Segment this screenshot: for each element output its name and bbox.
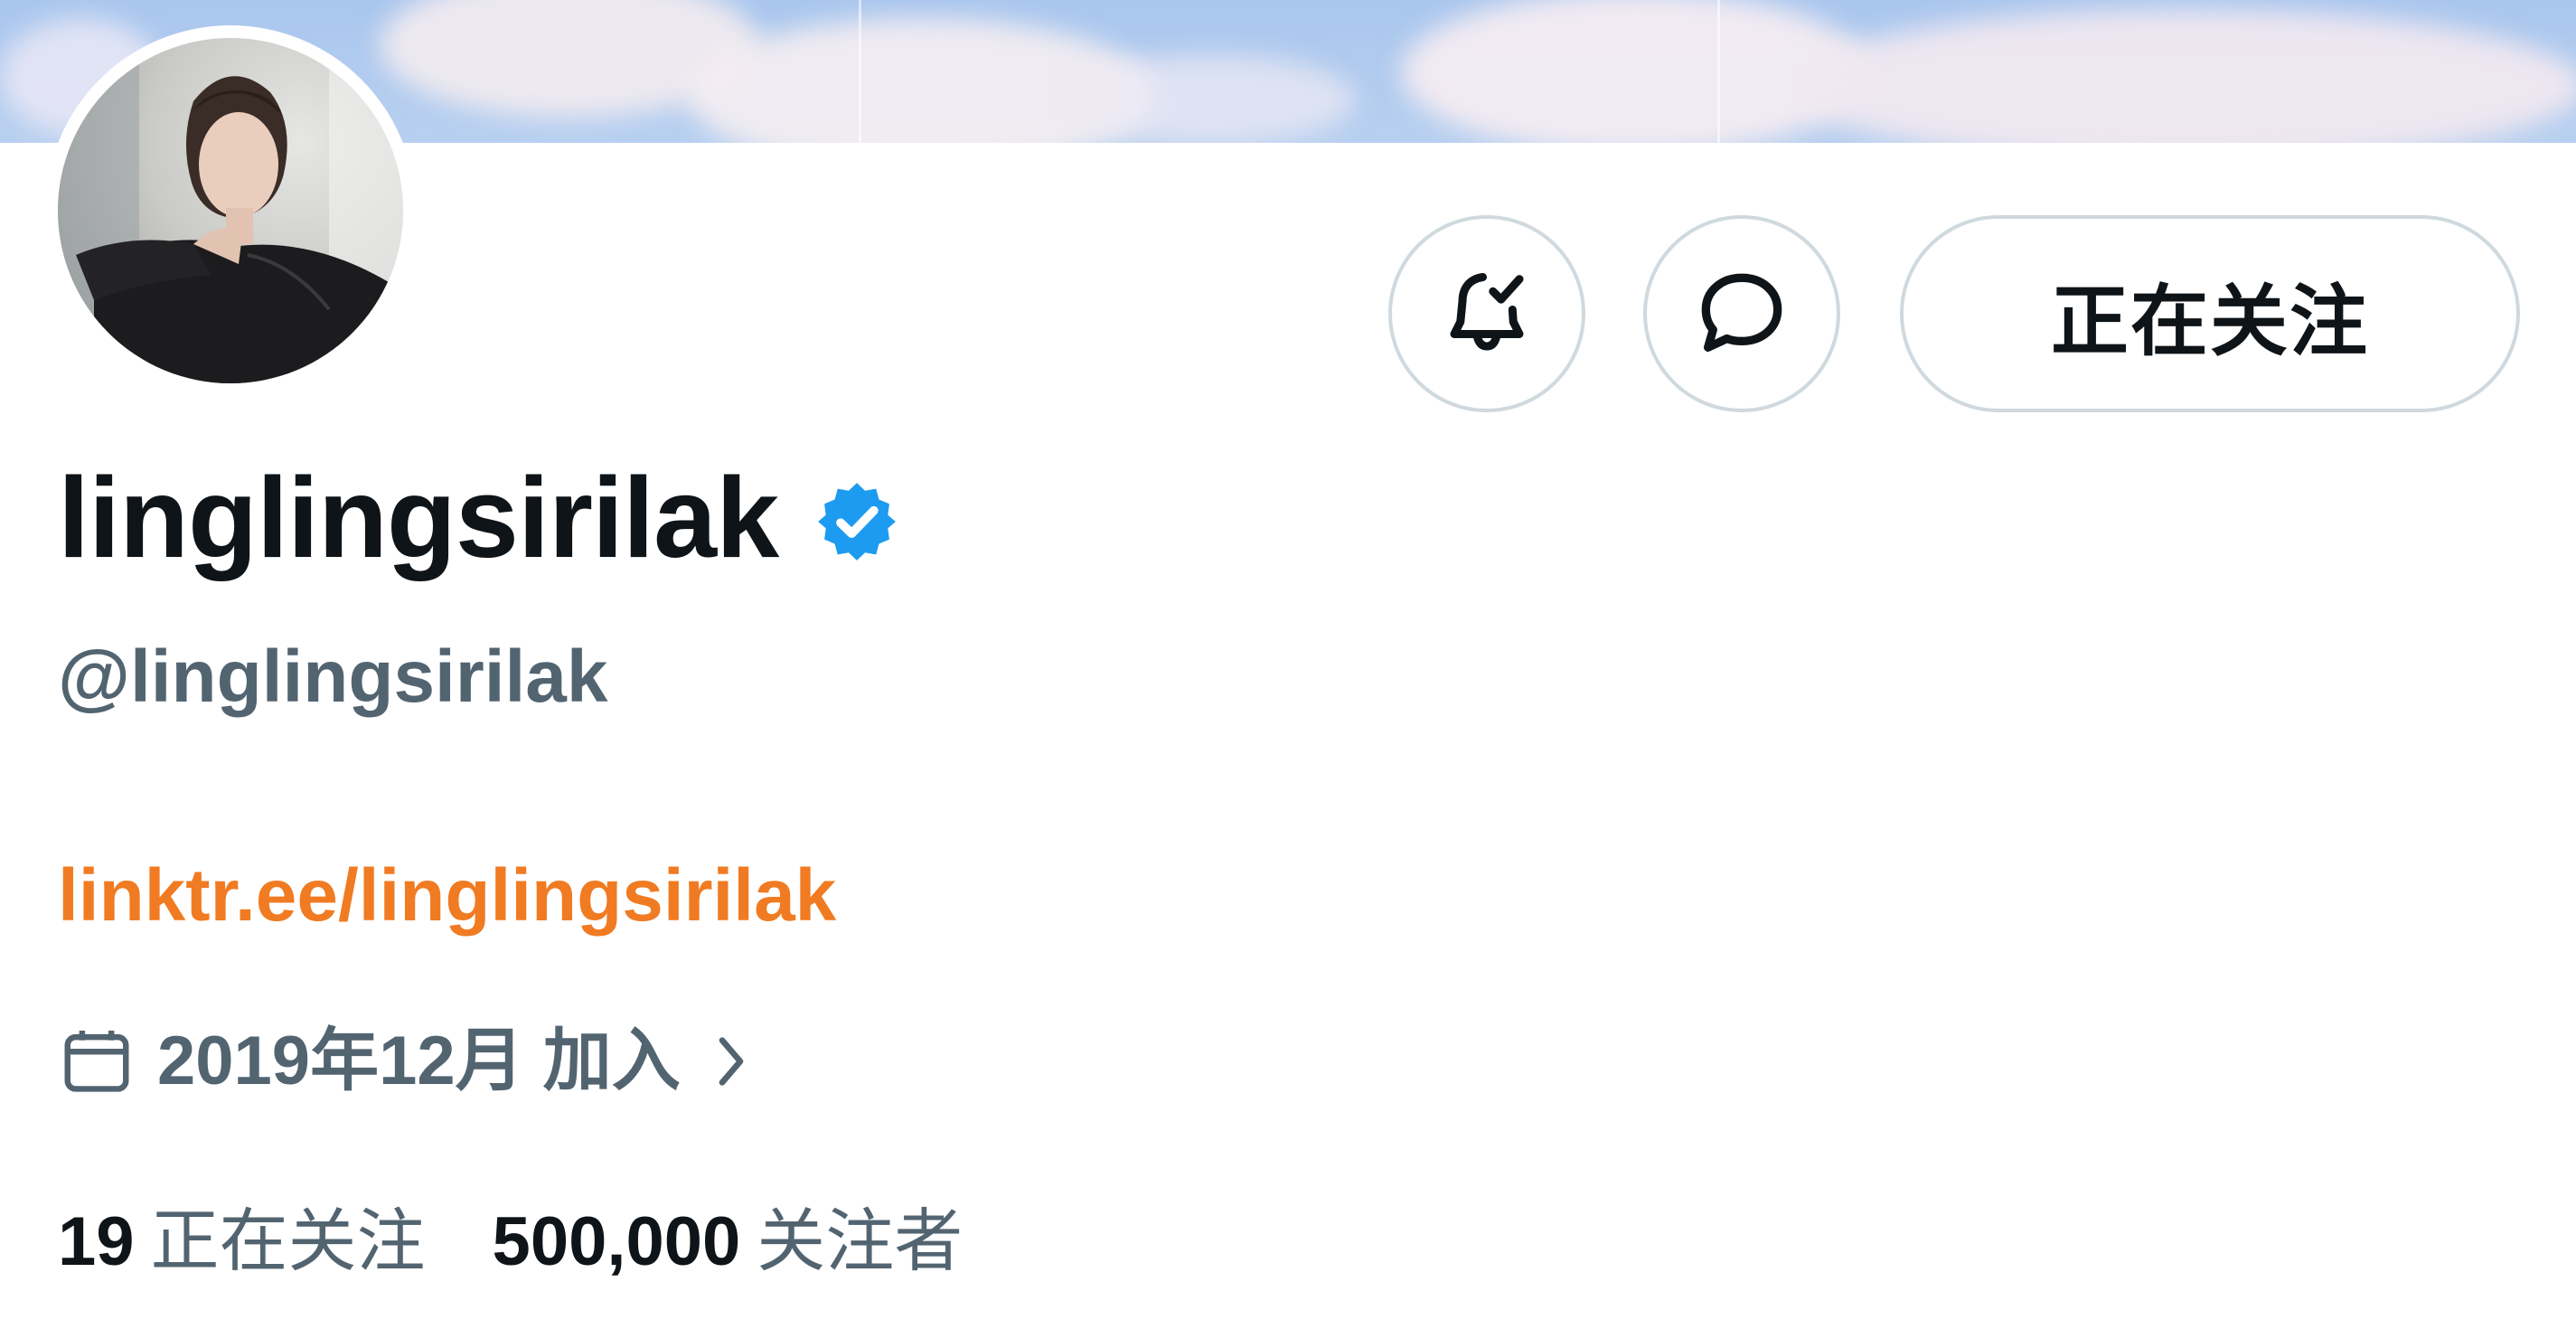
verified-badge-icon[interactable] bbox=[813, 477, 901, 566]
handle: @linglingsirilak bbox=[58, 636, 608, 718]
following-button[interactable]: 正在关注 bbox=[1900, 215, 2520, 412]
followers-stat[interactable]: 500,000 关注者 bbox=[493, 1208, 964, 1277]
display-name-text: linglingsirilak bbox=[58, 454, 779, 581]
joined-date-text: 2019年12月 加入 bbox=[157, 1023, 681, 1099]
joined-date[interactable]: 2019年12月 加入 bbox=[58, 1018, 758, 1105]
chat-bubble-icon bbox=[1701, 273, 1782, 353]
following-count: 19 bbox=[58, 1203, 135, 1280]
display-name: linglingsirilak bbox=[58, 461, 901, 575]
message-button[interactable] bbox=[1643, 215, 1840, 412]
bell-check-icon bbox=[1450, 273, 1524, 351]
calendar-icon bbox=[64, 1030, 129, 1092]
followers-label: 关注者 bbox=[757, 1203, 964, 1280]
following-label: 正在关注 bbox=[150, 1203, 426, 1280]
following-stat[interactable]: 19 正在关注 bbox=[58, 1208, 426, 1277]
profile-link[interactable]: linktr.ee/linglingsirilak bbox=[58, 859, 836, 933]
profile-stats: 19 正在关注 500,000 关注者 bbox=[58, 1208, 963, 1277]
following-button-label: 正在关注 bbox=[2051, 278, 2369, 365]
avatar-photo bbox=[58, 38, 403, 383]
avatar[interactable] bbox=[45, 25, 416, 396]
notifications-button[interactable] bbox=[1388, 215, 1585, 412]
followers-count: 500,000 bbox=[492, 1203, 741, 1280]
chevron-right-icon bbox=[719, 1037, 744, 1086]
